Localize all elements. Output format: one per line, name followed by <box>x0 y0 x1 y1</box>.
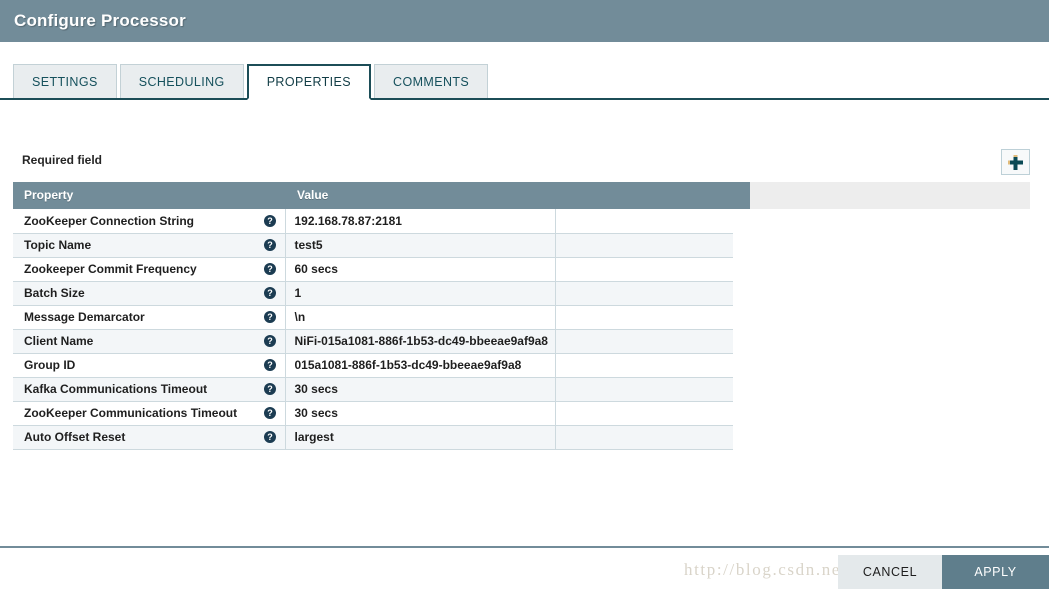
dialog-title-bar: Configure Processor <box>0 0 1049 42</box>
table-row[interactable]: Batch Size ? 1 <box>13 281 733 306</box>
property-extra-cell <box>555 281 733 306</box>
tab-properties-label: PROPERTIES <box>266 75 352 89</box>
property-extra-cell <box>555 233 733 258</box>
property-name-cell[interactable]: Group ID ? <box>13 353 286 378</box>
property-name-label: ZooKeeper Communications Timeout <box>24 406 238 420</box>
property-extra-cell <box>555 401 733 426</box>
property-name-label: Client Name <box>24 334 94 348</box>
table-row[interactable]: Auto Offset Reset ? largest <box>13 425 733 450</box>
svg-text:?: ? <box>267 432 273 442</box>
table-row[interactable]: Client Name ? NiFi-015a1081-886f-1b53-dc… <box>13 329 733 354</box>
column-header-property[interactable]: Property <box>13 182 286 209</box>
svg-text:?: ? <box>267 360 273 370</box>
add-property-button[interactable] <box>1001 149 1030 175</box>
tab-settings-label: SETTINGS <box>32 75 98 89</box>
tab-properties[interactable]: PROPERTIES <box>246 64 372 100</box>
property-name-cell[interactable]: ZooKeeper Connection String ? <box>13 209 286 234</box>
tab-strip: SETTINGS SCHEDULING PROPERTIES COMMENTS <box>0 64 1049 100</box>
property-value-cell[interactable]: test5 <box>285 233 556 258</box>
tab-comments[interactable]: COMMENTS <box>374 64 489 98</box>
help-circle-icon[interactable]: ? <box>263 407 276 419</box>
apply-button[interactable]: APPLY <box>942 555 1049 589</box>
table-row[interactable]: Kafka Communications Timeout ? 30 secs <box>13 377 733 402</box>
properties-grid-body: ZooKeeper Connection String ? 192.168.78… <box>13 209 733 450</box>
properties-grid: ZooKeeper Connection String ? 192.168.78… <box>13 209 733 450</box>
svg-text:?: ? <box>267 264 273 274</box>
svg-text:?: ? <box>267 384 273 394</box>
svg-text:?: ? <box>267 216 273 226</box>
tab-settings[interactable]: SETTINGS <box>13 64 117 98</box>
property-extra-cell <box>555 353 733 378</box>
property-name-label: Group ID <box>24 358 76 372</box>
dialog-body: SETTINGS SCHEDULING PROPERTIES COMMENTS … <box>0 42 1049 589</box>
svg-text:?: ? <box>267 288 273 298</box>
property-value-cell[interactable]: 30 secs <box>285 401 556 426</box>
help-circle-icon[interactable]: ? <box>263 335 276 347</box>
property-name-cell[interactable]: Message Demarcator ? <box>13 305 286 330</box>
help-circle-icon[interactable]: ? <box>263 287 276 299</box>
property-name-label: Kafka Communications Timeout <box>24 382 208 396</box>
property-value-cell[interactable]: 30 secs <box>285 377 556 402</box>
tab-scheduling[interactable]: SCHEDULING <box>119 64 244 98</box>
svg-text:?: ? <box>267 336 273 346</box>
property-value-cell[interactable]: NiFi-015a1081-886f-1b53-dc49-bbeeae9af9a… <box>285 329 556 354</box>
required-field-label: Required field <box>22 153 103 167</box>
property-name-label: Topic Name <box>24 238 92 252</box>
property-name-label: Batch Size <box>24 286 85 300</box>
plus-icon <box>1007 154 1024 171</box>
property-name-label: ZooKeeper Connection String <box>24 213 195 228</box>
cancel-button[interactable]: CANCEL <box>838 555 942 589</box>
property-name-cell[interactable]: Auto Offset Reset ? <box>13 425 286 450</box>
help-circle-icon[interactable]: ? <box>263 214 276 227</box>
property-extra-cell <box>555 305 733 330</box>
svg-text:?: ? <box>267 312 273 322</box>
page-title: Configure Processor <box>14 11 186 30</box>
property-name-label: Zookeeper Commit Frequency <box>24 262 197 276</box>
svg-text:?: ? <box>267 240 273 250</box>
property-value-cell[interactable]: 60 secs <box>285 257 556 282</box>
property-extra-cell <box>555 329 733 354</box>
tab-comments-label: COMMENTS <box>393 75 470 89</box>
property-extra-cell <box>555 209 733 234</box>
help-circle-icon[interactable]: ? <box>263 263 276 275</box>
property-extra-cell <box>555 425 733 450</box>
table-row[interactable]: ZooKeeper Communications Timeout ? 30 se… <box>13 401 733 426</box>
tab-scheduling-label: SCHEDULING <box>138 75 225 89</box>
table-header-row: Property Value <box>13 182 1030 209</box>
property-name-cell[interactable]: Topic Name ? <box>13 233 286 258</box>
help-circle-icon[interactable]: ? <box>263 311 276 323</box>
table-row[interactable]: Topic Name ? test5 <box>13 233 733 258</box>
table-row[interactable]: ZooKeeper Connection String ? 192.168.78… <box>13 209 733 234</box>
table-row[interactable]: Group ID ? 015a1081-886f-1b53-dc49-bbeea… <box>13 353 733 378</box>
property-name-label: Message Demarcator <box>24 310 145 324</box>
property-name-cell[interactable]: Kafka Communications Timeout ? <box>13 377 286 402</box>
properties-table: Property Value ZooKeeper Connection Stri… <box>13 182 1030 450</box>
property-value-cell[interactable]: 1 <box>285 281 556 306</box>
help-circle-icon[interactable]: ? <box>263 383 276 395</box>
property-value-cell[interactable]: \n <box>285 305 556 330</box>
help-circle-icon[interactable]: ? <box>263 239 276 251</box>
property-name-cell[interactable]: Client Name ? <box>13 329 286 354</box>
property-value-cell[interactable]: 015a1081-886f-1b53-dc49-bbeeae9af9a8 <box>285 353 556 378</box>
property-extra-cell <box>555 377 733 402</box>
help-circle-icon[interactable]: ? <box>263 359 276 371</box>
property-name-cell[interactable]: Batch Size ? <box>13 281 286 306</box>
table-row[interactable]: Message Demarcator ? \n <box>13 305 733 330</box>
property-name-cell[interactable]: Zookeeper Commit Frequency ? <box>13 257 286 282</box>
svg-text:?: ? <box>267 408 273 418</box>
table-row[interactable]: Zookeeper Commit Frequency ? 60 secs <box>13 257 733 282</box>
property-name-cell[interactable]: ZooKeeper Communications Timeout ? <box>13 401 286 426</box>
property-name-label: Auto Offset Reset <box>24 430 126 444</box>
column-header-value[interactable]: Value <box>286 182 750 209</box>
column-header-filler <box>750 182 1030 209</box>
property-extra-cell <box>555 257 733 282</box>
help-circle-icon[interactable]: ? <box>263 431 276 443</box>
property-value-cell[interactable]: 192.168.78.87:2181 <box>285 209 556 234</box>
property-value-cell[interactable]: largest <box>285 425 556 450</box>
